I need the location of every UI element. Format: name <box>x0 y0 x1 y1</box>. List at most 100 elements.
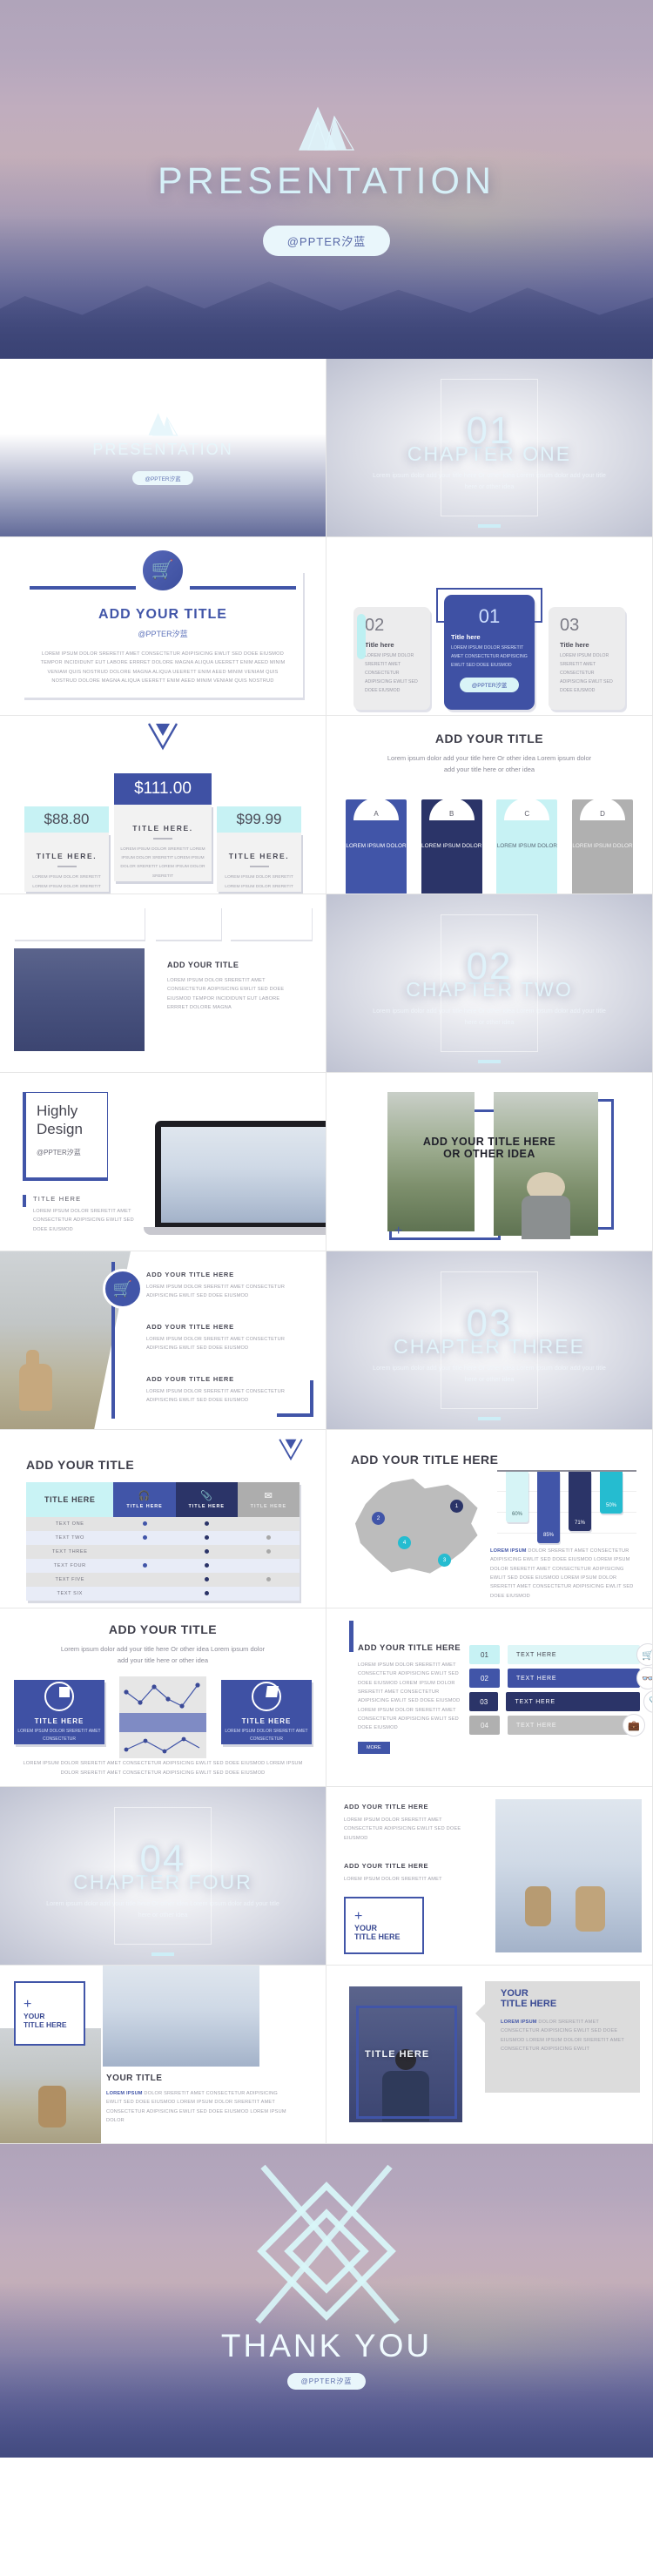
hero-badge: @PPTER汐蓝 <box>262 226 391 256</box>
slide-pricing[interactable]: $88.80 TITLE HERE. LOREM IPSUM DOLOR SRE… <box>0 716 326 894</box>
slide-numbered-list[interactable]: ADD YOUR TITLE HERE LOREM IPSUM DOLOR SR… <box>326 1608 653 1787</box>
price-body: LOREM IPSUM DOLOR SRERETIT LOREM IPSUM D… <box>225 875 293 889</box>
paperclip-icon: 📎 <box>200 1491 213 1501</box>
abcd-text: LOREM IPSUM DOLOR <box>421 843 482 849</box>
card-03[interactable]: 03 Title here LOREM IPSUM DOLOR SRERETIT… <box>549 607 625 710</box>
mid-title: YOUR TITLE <box>106 2074 163 2083</box>
slide-table[interactable]: ADD YOUR TITLE TITLE HERE 🎧 TITLE HERE 📎 <box>0 1430 326 1608</box>
card-01[interactable]: 01 Title here LOREM IPSUM DOLOR SRERETIT… <box>444 595 535 710</box>
thumb-card-2 <box>230 907 312 940</box>
abcd-item-c[interactable]: C LOREM IPSUM DOLOR <box>496 798 558 894</box>
more-button[interactable]: MORE <box>358 1741 390 1754</box>
photo-mountain-mid <box>103 1966 259 2067</box>
hero-title: PRESENTATION <box>157 160 496 202</box>
frame-title-line1: YOUR <box>354 1924 378 1932</box>
abcd-item-a[interactable]: A LOREM IPSUM DOLOR <box>346 798 407 894</box>
laptop-mockup <box>144 1121 326 1235</box>
overlay-title: TITLE HERE <box>365 2049 430 2060</box>
paperclip-icon: 📎 <box>643 1690 652 1713</box>
slide-deer-content[interactable]: 🛒 ADD YOUR TITLE HERE LOREM IPSUM DOLOR … <box>0 1251 326 1430</box>
text-panel: ADD YOUR TITLE LOREM IPSUM DOLOR SRERETI… <box>155 948 312 1050</box>
list-item-01[interactable]: 01 TEXT HERE 🛒 <box>469 1643 652 1666</box>
deer-right-body-2: LOREM IPSUM DOLOR SRERETIT AMET <box>344 1877 442 1882</box>
pie-card-right[interactable]: TITLE HERE LOREM IPSUM DOLOR SRERETIT AM… <box>221 1680 312 1744</box>
laptop-screen-photo <box>161 1127 326 1223</box>
map-pin-4[interactable]: 4 <box>398 1536 411 1549</box>
slide-your-title-right[interactable]: TITLE HERE YOUR TITLE HERE LOREM IPSUM D… <box>326 1966 653 2144</box>
line-chart-card[interactable] <box>119 1676 206 1758</box>
pie-chart-icon <box>44 1682 74 1711</box>
envelope-icon: ✉ <box>264 1491 273 1501</box>
slide-three-cards[interactable]: 02 Title here LOREM IPSUM DOLOR SRERETIT… <box>326 537 653 716</box>
card-02[interactable]: 02 Title here LOREM IPSUM DOLOR SRERETIT… <box>353 607 430 710</box>
thanks-title: THANK YOU <box>220 2328 433 2364</box>
slide-map-chart[interactable]: ADD YOUR TITLE HERE 1 2 3 4 60% 85% 71% <box>326 1430 653 1608</box>
slide-two-photo[interactable]: ADD YOUR TITLE HERE OR OTHER IDEA + <box>326 1073 653 1251</box>
price-card-2[interactable]: $111.00 TITLE HERE. LOREM IPSUM DOLOR SR… <box>114 772 212 881</box>
card-title: ADD YOUR TITLE <box>98 607 227 622</box>
price-amount: $88.80 <box>24 806 109 833</box>
pie-card-left[interactable]: TITLE HERE LOREM IPSUM DOLOR SRERETIT AM… <box>14 1680 104 1744</box>
chapter-accent-bar <box>478 524 501 528</box>
abcd-text: LOREM IPSUM DOLOR <box>572 843 633 849</box>
slide-title[interactable]: PRESENTATION @PPTER汐蓝 <box>0 359 326 537</box>
slide-abcd[interactable]: ADD YOUR TITLE Lorem ipsum dolor add you… <box>326 716 653 894</box>
plus-icon[interactable]: + <box>394 1224 402 1238</box>
abcd-item-b[interactable]: B LOREM IPSUM DOLOR <box>421 798 482 894</box>
bar-3: 71% <box>569 1472 591 1531</box>
slide-highly-design[interactable]: Highly Design @PPTER汐蓝 TITLE HERE LOREM … <box>0 1073 326 1251</box>
price-card-3[interactable]: $99.99 TITLE HERE. LOREM IPSUM DOLOR SRE… <box>217 806 301 892</box>
slide-charts[interactable]: ADD YOUR TITLE Lorem ipsum dolor add you… <box>0 1608 326 1787</box>
hero-banner: PRESENTATION @PPTER汐蓝 <box>0 0 653 359</box>
slide-deer-right[interactable]: ADD YOUR TITLE HERE LOREM IPSUM DOLOR SR… <box>326 1787 653 1966</box>
slide-photo-text[interactable]: ADD YOUR TITLE LOREM IPSUM DOLOR SRERETI… <box>0 894 326 1073</box>
pie-body: LOREM IPSUM DOLOR SRERETIT AMET CONSECTE… <box>17 1729 101 1742</box>
slide-chapter-one[interactable]: 01 CHAPTER ONE Lorem ipsum dolor add you… <box>326 359 653 537</box>
photo-person <box>494 1092 598 1239</box>
plus-icon[interactable]: + <box>24 1998 84 2012</box>
map-pin-3[interactable]: 3 <box>438 1554 451 1567</box>
slide-chapter-three[interactable]: 03 CHAPTER THREE Lorem ipsum dolor add y… <box>326 1251 653 1430</box>
design-title-box: Highly Design @PPTER汐蓝 <box>23 1092 108 1181</box>
slide-your-title-left-mid[interactable]: + YOUR TITLE HERE YOUR TITLE LOREM IPSUM… <box>0 1966 326 2144</box>
chapter-accent-bar <box>478 1060 501 1063</box>
map-pin-1[interactable]: 1 <box>450 1500 463 1513</box>
list-item-04[interactable]: 04 TEXT HERE 💼 <box>469 1714 645 1736</box>
charts-subtitle: Lorem ipsum dolor add your title here Or… <box>60 1645 266 1665</box>
right-title-line2: TITLE HERE <box>501 1999 557 2009</box>
list-item-02[interactable]: 02 TEXT HERE 👓 <box>469 1667 652 1689</box>
deer-heading-2: ADD YOUR TITLE HERE <box>146 1323 234 1331</box>
thumb-card-1 <box>155 907 221 940</box>
slide-add-title-card[interactable]: 🛒 ADD YOUR TITLE @PPTER汐蓝 LOREM IPSUM DO… <box>0 537 326 716</box>
table-corner-header: TITLE HERE <box>26 1482 114 1517</box>
list-rows: 01 TEXT HERE 🛒 02 TEXT HERE 👓 03 TEXT HE… <box>469 1643 652 1739</box>
comparison-table[interactable]: TITLE HERE 🎧 TITLE HERE 📎 TITLE HERE ✉ T… <box>26 1482 300 1601</box>
price-card-1[interactable]: $88.80 TITLE HERE. LOREM IPSUM DOLOR SRE… <box>24 806 109 892</box>
frame-title-line2: TITLE HERE <box>354 1932 401 1941</box>
panel-title: ADD YOUR TITLE <box>167 961 239 969</box>
abcd-letter: A <box>353 798 399 820</box>
title-card: 🛒 ADD YOUR TITLE @PPTER汐蓝 LOREM IPSUM DO… <box>23 548 303 698</box>
price-title: TITLE HERE. <box>36 852 98 861</box>
slide-chapter-two[interactable]: 02 CHAPTER TWO Lorem ipsum dolor add you… <box>326 894 653 1073</box>
list-item-03[interactable]: 03 TEXT HERE 📎 <box>469 1690 652 1713</box>
main-photo <box>14 948 145 1051</box>
diamond-logo-icon <box>279 1439 303 1461</box>
shopping-cart-icon: 🛒 <box>636 1643 652 1666</box>
hanging-bar-chart: 60% 85% 71% 50% <box>497 1470 636 1554</box>
plus-icon[interactable]: + <box>354 1910 422 1924</box>
price-body: LOREM IPSUM DOLOR SRERETIT LOREM IPSUM D… <box>32 875 101 889</box>
photo-coast <box>387 1092 475 1231</box>
deer-right-heading-2: ADD YOUR TITLE HERE <box>344 1862 429 1870</box>
abcd-item-d[interactable]: D LOREM IPSUM DOLOR <box>571 798 633 894</box>
your-title-box: + YOUR TITLE HERE <box>346 1898 422 1952</box>
china-map[interactable]: 1 2 3 4 <box>353 1479 481 1576</box>
abcd-text: LOREM IPSUM DOLOR <box>496 843 557 849</box>
list-body: LOREM IPSUM DOLOR SRERETIT AMET CONSECTE… <box>358 1662 461 1731</box>
diamond-logo-icon <box>255 2164 400 2324</box>
bar-1: 60% <box>506 1472 528 1522</box>
charts-title: ADD YOUR TITLE <box>108 1622 218 1636</box>
map-pin-2[interactable]: 2 <box>372 1512 385 1525</box>
slide-chapter-four[interactable]: 04 CHAPTER FOUR Lorem ipsum dolor add yo… <box>0 1787 326 1966</box>
abcd-text: LOREM IPSUM DOLOR <box>346 843 407 849</box>
